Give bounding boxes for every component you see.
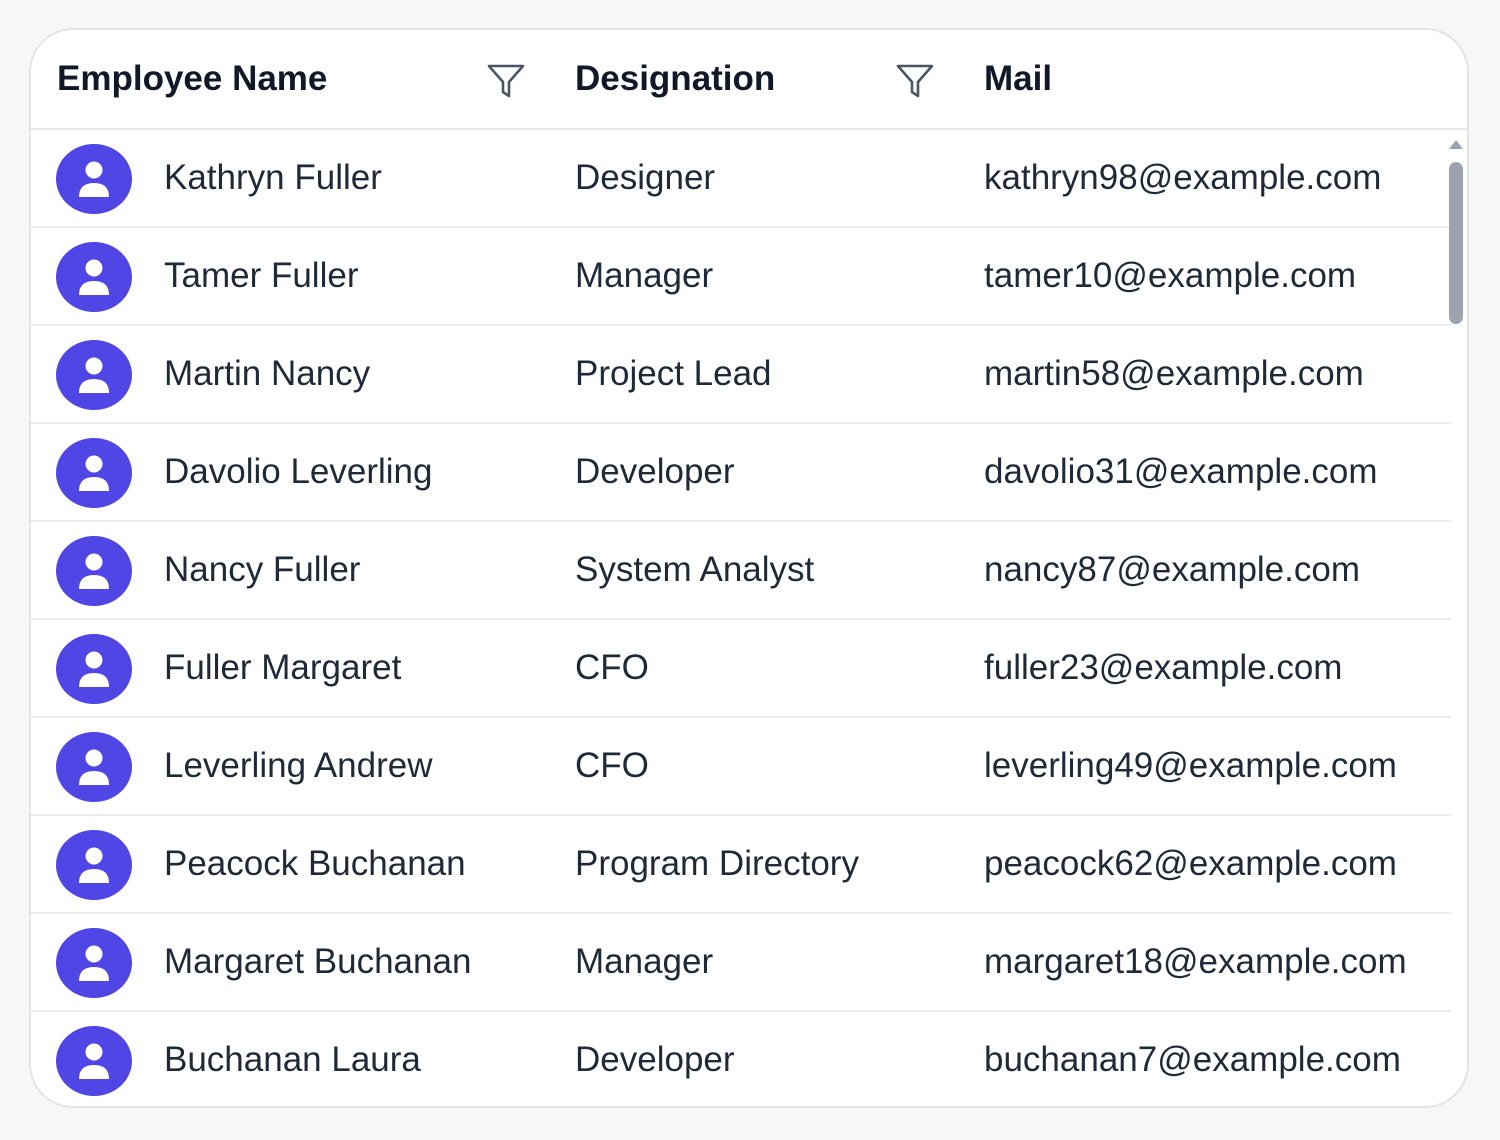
designation: CFO bbox=[575, 746, 649, 785]
column-header-label: Designation bbox=[575, 59, 776, 98]
mail: peacock62@example.com bbox=[984, 844, 1397, 883]
mail: martin58@example.com bbox=[984, 354, 1364, 393]
user-icon bbox=[79, 1043, 109, 1079]
designation: Developer bbox=[575, 1040, 735, 1079]
mail: nancy87@example.com bbox=[984, 550, 1360, 589]
grid-body: Kathryn Fuller Designer kathryn98@exampl… bbox=[31, 130, 1451, 1106]
avatar bbox=[56, 928, 132, 998]
user-icon bbox=[79, 749, 109, 785]
designation: System Analyst bbox=[575, 550, 815, 589]
avatar bbox=[56, 1026, 132, 1096]
column-header-label: Mail bbox=[984, 59, 1053, 98]
avatar bbox=[56, 340, 132, 410]
employee-name: Margaret Buchanan bbox=[164, 942, 472, 981]
employee-name: Fuller Margaret bbox=[164, 648, 402, 687]
employee-name: Martin Nancy bbox=[164, 354, 371, 393]
avatar bbox=[56, 830, 132, 900]
employee-name: Tamer Fuller bbox=[164, 256, 359, 295]
designation: Program Directory bbox=[575, 844, 859, 883]
employee-name: Kathryn Fuller bbox=[164, 158, 382, 197]
column-header-mail[interactable]: Mail bbox=[984, 30, 1052, 128]
table-row[interactable]: Nancy Fuller System Analyst nancy87@exam… bbox=[31, 522, 1451, 620]
table-row[interactable]: Martin Nancy Project Lead martin58@examp… bbox=[31, 326, 1451, 424]
employee-grid: Employee Name Designation Mail Kathryn F… bbox=[29, 28, 1469, 1108]
employee-name: Leverling Andrew bbox=[164, 746, 433, 785]
table-row[interactable]: Tamer Fuller Manager tamer10@example.com bbox=[31, 228, 1451, 326]
mail: fuller23@example.com bbox=[984, 648, 1343, 687]
table-row[interactable]: Leverling Andrew CFO leverling49@example… bbox=[31, 718, 1451, 816]
column-header-designation[interactable]: Designation bbox=[575, 30, 775, 128]
designation: Manager bbox=[575, 942, 714, 981]
filter-icon[interactable] bbox=[486, 61, 526, 101]
user-icon bbox=[79, 455, 109, 491]
designation: Designer bbox=[575, 158, 716, 197]
employee-name: Buchanan Laura bbox=[164, 1040, 421, 1079]
mail: davolio31@example.com bbox=[984, 452, 1378, 491]
mail: tamer10@example.com bbox=[984, 256, 1357, 295]
vertical-scrollbar[interactable] bbox=[1445, 130, 1467, 1106]
column-header-employee-name[interactable]: Employee Name bbox=[57, 30, 327, 128]
table-row[interactable]: Peacock Buchanan Program Directory peaco… bbox=[31, 816, 1451, 914]
mail: margaret18@example.com bbox=[984, 942, 1407, 981]
grid-header: Employee Name Designation Mail bbox=[31, 30, 1467, 130]
user-icon bbox=[79, 161, 109, 197]
avatar bbox=[56, 144, 132, 214]
user-icon bbox=[79, 553, 109, 589]
employee-name: Nancy Fuller bbox=[164, 550, 361, 589]
column-header-label: Employee Name bbox=[57, 59, 328, 98]
filter-icon[interactable] bbox=[895, 61, 935, 101]
scroll-up-arrow-icon[interactable] bbox=[1449, 140, 1463, 149]
avatar bbox=[56, 536, 132, 606]
user-icon bbox=[79, 945, 109, 981]
user-icon bbox=[79, 259, 109, 295]
mail: kathryn98@example.com bbox=[984, 158, 1382, 197]
designation: CFO bbox=[575, 648, 649, 687]
avatar bbox=[56, 732, 132, 802]
mail: buchanan7@example.com bbox=[984, 1040, 1401, 1079]
user-icon bbox=[79, 651, 109, 687]
table-row[interactable]: Buchanan Laura Developer buchanan7@examp… bbox=[31, 1012, 1451, 1106]
designation: Manager bbox=[575, 256, 714, 295]
user-icon bbox=[79, 357, 109, 393]
employee-name: Peacock Buchanan bbox=[164, 844, 466, 883]
table-row[interactable]: Margaret Buchanan Manager margaret18@exa… bbox=[31, 914, 1451, 1012]
designation: Project Lead bbox=[575, 354, 772, 393]
user-icon bbox=[79, 847, 109, 883]
avatar bbox=[56, 242, 132, 312]
scroll-thumb[interactable] bbox=[1449, 162, 1463, 324]
mail: leverling49@example.com bbox=[984, 746, 1397, 785]
table-row[interactable]: Kathryn Fuller Designer kathryn98@exampl… bbox=[31, 130, 1451, 228]
table-row[interactable]: Davolio Leverling Developer davolio31@ex… bbox=[31, 424, 1451, 522]
avatar bbox=[56, 634, 132, 704]
designation: Developer bbox=[575, 452, 735, 491]
table-row[interactable]: Fuller Margaret CFO fuller23@example.com bbox=[31, 620, 1451, 718]
employee-name: Davolio Leverling bbox=[164, 452, 433, 491]
avatar bbox=[56, 438, 132, 508]
